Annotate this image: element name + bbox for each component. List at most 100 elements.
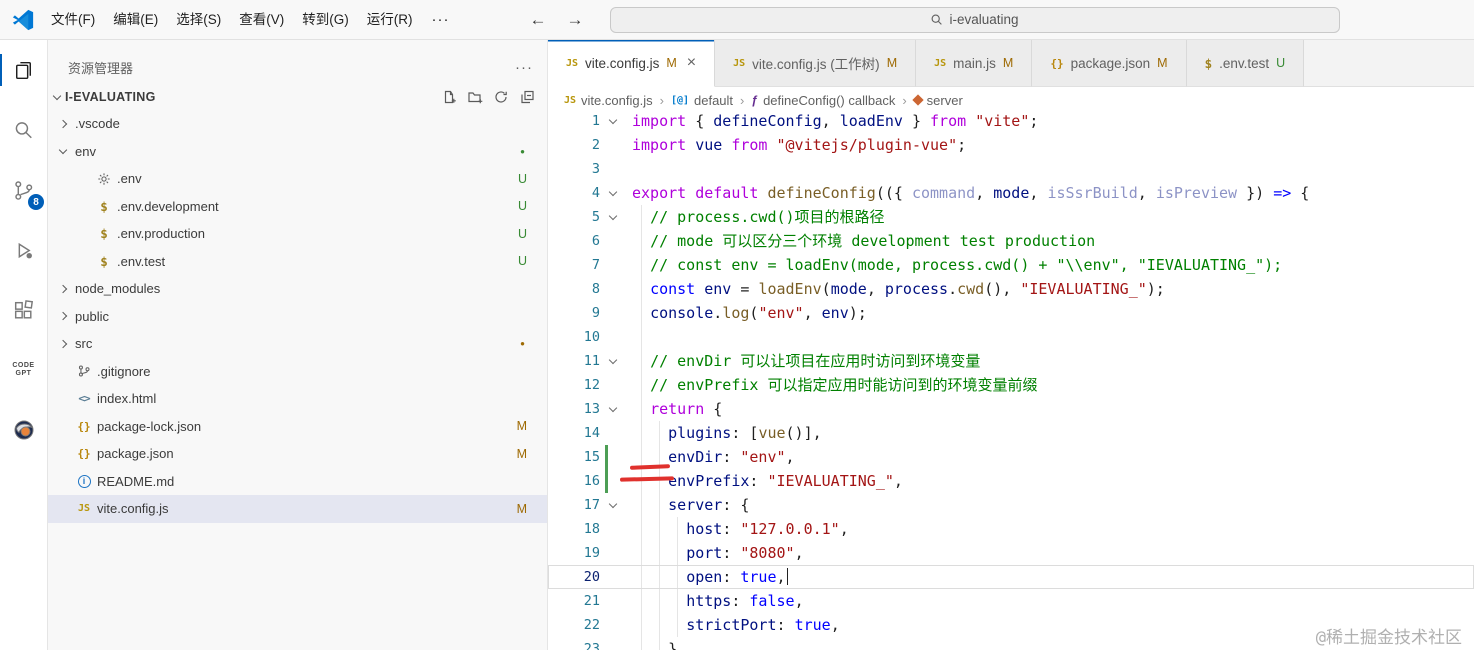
menu-item-5[interactable]: 运行(R) xyxy=(358,7,422,33)
tree-item-env[interactable]: env ● xyxy=(48,138,547,166)
code-line-8[interactable]: 8 const env = loadEnv(mode, process.cwd(… xyxy=(548,277,1474,301)
fold-gutter xyxy=(600,589,626,613)
code-line-12[interactable]: 12 // envPrefix 可以指定应用时能访问到的环境变量前缀 xyxy=(548,373,1474,397)
code-line-9[interactable]: 9 console.log("env", env); xyxy=(548,301,1474,325)
code-line-3[interactable]: 3 xyxy=(548,157,1474,181)
code-line-21[interactable]: 21 https: false, xyxy=(548,589,1474,613)
collapse-all-button[interactable] xyxy=(519,89,535,105)
git-status-badge: U xyxy=(517,254,527,269)
code-line-6[interactable]: 6 // mode 可以区分三个环境 development test prod… xyxy=(548,229,1474,253)
bracket-symbol-icon: [@] xyxy=(670,94,689,106)
line-number: 12 xyxy=(583,377,600,393)
new-folder-button[interactable] xyxy=(467,89,483,105)
code-line-1[interactable]: 1 import { defineConfig, loadEnv } from "… xyxy=(548,113,1474,133)
source-control-icon[interactable]: 8 xyxy=(0,160,47,220)
code-line-7[interactable]: 7 // const env = loadEnv(mode, process.c… xyxy=(548,253,1474,277)
menu-item-4[interactable]: 转到(G) xyxy=(293,7,358,33)
nav-back-button[interactable]: ← xyxy=(530,10,547,30)
fold-gutter xyxy=(600,157,626,181)
menu-more-button[interactable]: ··· xyxy=(422,11,460,28)
breadcrumb-item-1[interactable]: [@] default xyxy=(671,93,733,108)
tree-item-.gitignore[interactable]: .gitignore xyxy=(48,358,547,386)
command-center-search[interactable]: i-evaluating xyxy=(609,6,1340,33)
breadcrumb-item-2[interactable]: ƒ defineConfig() callback xyxy=(751,93,895,108)
menu-item-2[interactable]: 选择(S) xyxy=(167,7,230,33)
code-line-2[interactable]: 2 import vue from "@vitejs/plugin-vue"; xyxy=(548,133,1474,157)
code-line-20[interactable]: 20 open: true, xyxy=(548,565,1474,589)
menu-item-0[interactable]: 文件(F) xyxy=(42,7,104,33)
braces-icon: {} xyxy=(77,419,91,433)
fold-gutter[interactable] xyxy=(600,205,626,229)
fold-gutter[interactable] xyxy=(600,113,626,133)
change-dot-icon: ● xyxy=(520,339,525,349)
line-number: 1 xyxy=(591,113,600,129)
tree-item-index.html[interactable]: <> index.html xyxy=(48,385,547,413)
tree-item-.env[interactable]: .env U xyxy=(48,165,547,193)
sidebar-more-button[interactable]: ··· xyxy=(515,59,533,76)
tree-item-.vscode[interactable]: .vscode xyxy=(48,110,547,138)
code-line-16[interactable]: 16 envPrefix: "IEVALUATING_", xyxy=(548,469,1474,493)
tree-item-README.md[interactable]: i README.md xyxy=(48,468,547,496)
fold-gutter[interactable] xyxy=(600,349,626,373)
fold-gutter xyxy=(600,301,626,325)
menu-item-1[interactable]: 编辑(E) xyxy=(104,7,167,33)
menu-item-3[interactable]: 查看(V) xyxy=(230,7,293,33)
breadcrumb-item-0[interactable]: JS vite.config.js xyxy=(564,93,653,108)
code-line-10[interactable]: 10 xyxy=(548,325,1474,349)
code-gpt-icon[interactable]: CODE GPT xyxy=(0,340,47,400)
project-name: I-EVALUATING xyxy=(65,90,156,104)
code-line-17[interactable]: 17 server: { xyxy=(548,493,1474,517)
fold-gutter xyxy=(600,565,626,589)
tree-item-public[interactable]: public xyxy=(48,303,547,331)
code-line-13[interactable]: 13 return { xyxy=(548,397,1474,421)
code-line-5[interactable]: 5 // process.cwd()项目的根路径 xyxy=(548,205,1474,229)
git-status-badge: U xyxy=(517,226,527,241)
tree-item-package.json[interactable]: {} package.json M xyxy=(48,440,547,468)
git-status-badge: M xyxy=(886,56,898,70)
breadcrumb-item-3[interactable]: server xyxy=(911,93,963,108)
tree-item-vite.config.js[interactable]: JS vite.config.js M xyxy=(48,495,547,523)
dollar-icon: $ xyxy=(100,253,108,269)
tab-package.json[interactable]: {} package.json M xyxy=(1032,40,1187,87)
explorer-icon[interactable] xyxy=(0,40,47,100)
tree-item-.env.test[interactable]: $ .env.test U xyxy=(48,248,547,276)
code-line-14[interactable]: 14 plugins: [vue()], xyxy=(548,421,1474,445)
fold-gutter xyxy=(600,373,626,397)
fold-gutter xyxy=(600,325,626,349)
close-icon[interactable]: × xyxy=(687,54,696,72)
fold-gutter[interactable] xyxy=(600,397,626,421)
code-line-19[interactable]: 19 port: "8080", xyxy=(548,541,1474,565)
tab-vite.config.js (工作树)[interactable]: JS vite.config.js (工作树) M xyxy=(715,40,917,87)
search-sidebar-icon[interactable] xyxy=(0,100,47,160)
tab-vite.config.js[interactable]: JS vite.config.js M × xyxy=(548,40,716,87)
tab-.env.test[interactable]: $ .env.test U xyxy=(1186,40,1305,87)
code-line-4[interactable]: 4 export default defineConfig(({ command,… xyxy=(548,181,1474,205)
tree-item-src[interactable]: src ● xyxy=(48,330,547,358)
fold-gutter[interactable] xyxy=(600,181,626,205)
fold-gutter xyxy=(600,613,626,637)
code-line-15[interactable]: 15 envDir: "env", xyxy=(548,445,1474,469)
chevron-right-icon: › xyxy=(659,92,664,108)
browser-tools-icon[interactable] xyxy=(0,400,47,460)
tree-item-.env.production[interactable]: $ .env.production U xyxy=(48,220,547,248)
project-root-row[interactable]: I-EVALUATING xyxy=(48,84,547,110)
tree-item-package-lock.json[interactable]: {} package-lock.json M xyxy=(48,413,547,441)
fold-gutter[interactable] xyxy=(600,493,626,517)
code-area[interactable]: 1 import { defineConfig, loadEnv } from "… xyxy=(548,113,1474,650)
nav-forward-button[interactable]: → xyxy=(567,10,584,30)
js-symbol-icon: JS xyxy=(564,94,577,106)
tab-main.js[interactable]: JS main.js M xyxy=(916,40,1033,87)
line-number: 11 xyxy=(583,353,600,369)
tree-item-.env.development[interactable]: $ .env.development U xyxy=(48,193,547,221)
extensions-icon[interactable] xyxy=(0,280,47,340)
refresh-button[interactable] xyxy=(493,89,509,105)
git-status-badge: M xyxy=(1157,56,1168,70)
code-line-11[interactable]: 11 // envDir 可以让项目在应用时访问到环境变量 xyxy=(548,349,1474,373)
code-line-18[interactable]: 18 host: "127.0.0.1", xyxy=(548,517,1474,541)
line-number: 5 xyxy=(591,209,600,225)
run-debug-icon[interactable] xyxy=(0,220,47,280)
new-file-button[interactable] xyxy=(441,89,457,105)
tree-item-node_modules[interactable]: node_modules xyxy=(48,275,547,303)
history-nav: ← → xyxy=(530,10,584,30)
fold-gutter xyxy=(600,445,626,469)
